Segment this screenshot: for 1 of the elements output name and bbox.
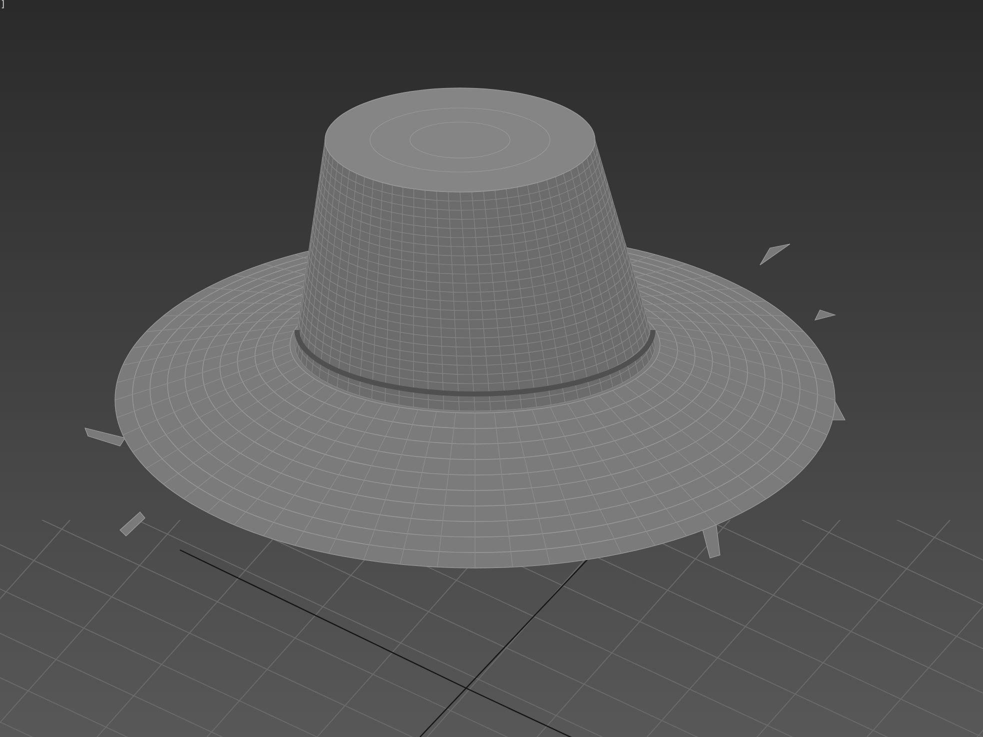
viewport-label: ] (1, 0, 5, 10)
